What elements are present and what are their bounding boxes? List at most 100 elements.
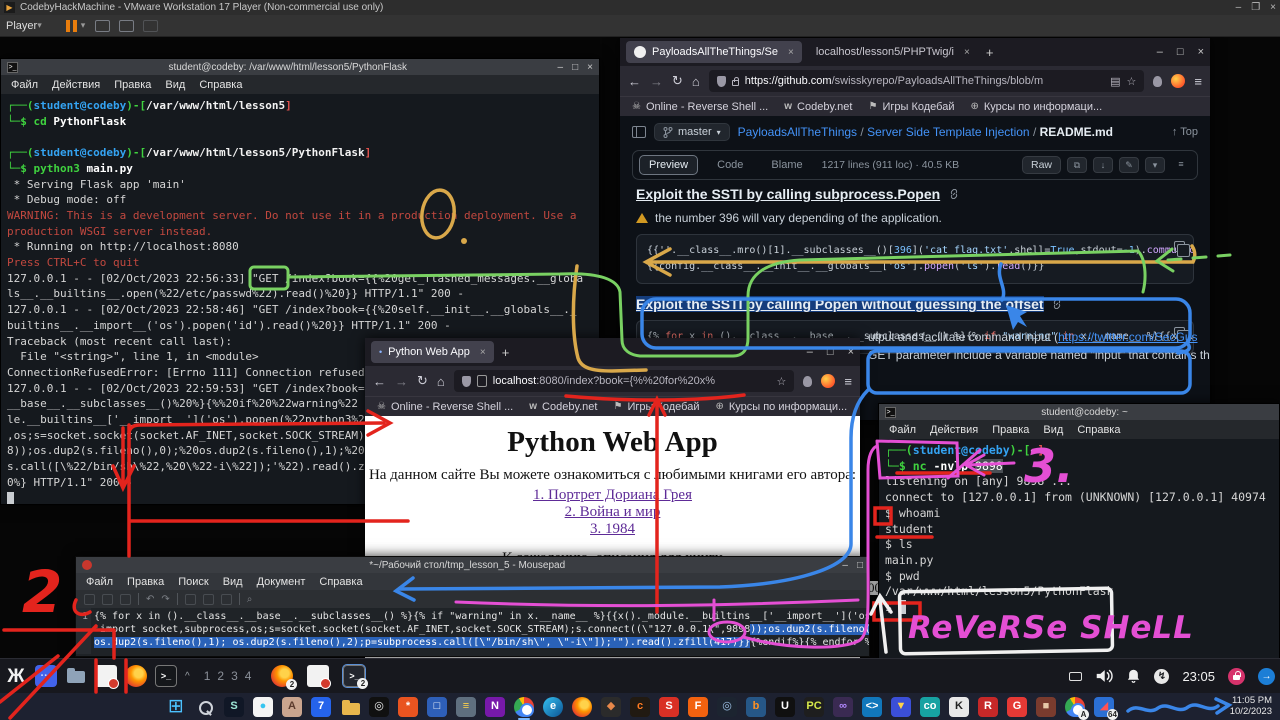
kraken-app[interactable]: K [949,697,969,717]
player-menu[interactable]: Player [6,20,37,32]
terminal-nc-output[interactable]: ┌──(student@codeby)-[~]└─$ nc -nvlp 9898… [879,439,1279,659]
download-icon[interactable]: ↓ [1093,157,1113,173]
copy-icon[interactable] [1174,241,1185,252]
home-icon[interactable]: ⌂ [692,74,700,89]
heading-popen-no-offset[interactable]: Exploit the SSTI by calling Popen withou… [636,296,1044,312]
player-menu-caret-icon[interactable]: ▾ [37,20,42,31]
bookmark-games[interactable]: ⚑Игры Кодебай [613,401,699,413]
menu-item[interactable]: Вид [165,79,185,91]
back-to-top-link[interactable]: ↑ Top [1172,126,1198,138]
edit-caret-icon[interactable]: ▾ [1145,157,1165,173]
menu-item[interactable]: Справка [319,576,362,588]
send-cad-icon[interactable] [95,20,110,32]
substance-f-app[interactable]: F [688,697,708,717]
robot-app[interactable]: R [978,697,998,717]
updates-icon[interactable]: → [1258,668,1275,685]
books-app[interactable]: ■ [1036,697,1056,717]
bookmark-courses[interactable]: ⊕Курсы по информаци... [715,401,847,413]
stats-app[interactable]: ◢64 [1094,697,1114,717]
bookmark-games[interactable]: ⚑Игры Кодебай [868,101,954,113]
maximize-button[interactable]: □ [572,62,578,73]
workspace-1[interactable]: 1 [204,669,211,683]
resolve-app[interactable]: ◆ [601,697,621,717]
menu-item[interactable]: Документ [257,576,306,588]
power-manager-icon[interactable]: ↯ [1154,669,1169,684]
bookmark-codeby[interactable]: wCodeby.net [529,401,597,413]
avatar-app[interactable]: A [282,697,302,717]
screen-lock-icon[interactable] [1228,668,1245,685]
menu-item[interactable]: Файл [889,424,916,436]
file-explorer[interactable] [340,697,360,717]
copy-raw-icon[interactable]: ⧉ [1067,157,1087,173]
maximize-button[interactable]: □ [857,560,863,571]
firefox-window-button[interactable]: 2 [271,665,293,687]
carrot-app[interactable]: c [630,697,650,717]
workspace-switcher[interactable]: 1 2 3 4 [204,669,252,683]
tab-code[interactable]: Code [708,156,752,174]
firefox-account-icon[interactable] [1171,74,1185,88]
bookmark-star-icon[interactable]: ☆ [777,375,787,388]
bookmark-reverse-shell[interactable]: ☠Online - Reverse Shell ... [377,401,513,413]
code-block-subprocess[interactable]: {{''.__class__.mro()[1].__subclasses__()… [636,234,1194,284]
mousepad-window[interactable]: *~/Рабочий стол/tmp_lesson_5 - Mousepad … [75,556,870,657]
twitter-link[interactable]: https://twitter.com/SecGus [1058,330,1197,344]
copy-icon[interactable] [203,594,214,605]
menu-item[interactable]: Справка [199,79,242,91]
maximize-button[interactable]: □ [827,346,834,358]
new-tab-button[interactable]: + [502,345,510,360]
bookmark-reverse-shell[interactable]: ☠Online - Reverse Shell ... [632,101,768,113]
mousepad-editor[interactable]: 1 {% for x in ().__class__.__base__.__su… [76,608,869,654]
fullscreen-icon[interactable] [119,20,134,32]
pause-caret-icon[interactable]: ▾ [81,20,86,31]
mousepad-launcher[interactable] [95,665,117,687]
sphere-app[interactable]: ◎ [717,697,737,717]
mousepad-window-button[interactable] [307,665,329,687]
forward-icon[interactable]: → [395,374,408,389]
menu-item[interactable]: Действия [52,79,100,91]
file-manager-launcher[interactable] [65,665,87,687]
minimize-button[interactable]: – [558,62,564,73]
workspace-3[interactable]: 3 [231,669,238,683]
onenote-app[interactable]: N [485,697,505,717]
minimize-button[interactable]: – [842,560,848,571]
firefox-account-icon[interactable] [821,374,835,388]
back-icon[interactable]: ← [373,374,386,389]
workspace-4[interactable]: 4 [245,669,252,683]
home-icon[interactable]: ⌂ [437,374,445,389]
terminal-window-button[interactable]: >_2 [343,665,365,687]
visual-studio-app[interactable]: ∞ [833,697,853,717]
book-link-2[interactable]: 2. Война и мир [365,504,860,521]
menu-hamburger-icon[interactable]: ≡ [844,374,852,389]
edit-pencil-icon[interactable]: ✎ [1119,157,1139,173]
book-link-1[interactable]: 1. Портрет Дориана Грея [365,487,860,504]
chrome-profile-button[interactable]: A [1065,697,1085,717]
menu-item[interactable]: Файл [11,79,38,91]
raw-button[interactable]: Raw [1022,156,1061,174]
close-button[interactable]: × [587,62,593,73]
show-desktop-button[interactable]: ··· [35,665,57,687]
terminal-nc-titlebar[interactable]: >_ student@codeby: ~ [879,404,1279,420]
maximize-button[interactable]: ❐ [1251,2,1260,13]
search-button[interactable] [195,697,215,717]
minimize-button[interactable]: – [1157,46,1163,58]
menu-item[interactable]: Правка [114,79,151,91]
bookmark-courses[interactable]: ⊕Курсы по информаци... [970,101,1102,113]
tracking-shield-icon[interactable] [462,376,471,387]
pause-vm-button[interactable] [66,20,77,32]
forward-icon[interactable]: → [650,74,663,89]
tab-preview[interactable]: Preview [639,155,698,175]
close-button[interactable]: × [848,346,854,358]
bookmark-codeby[interactable]: wCodeby.net [784,101,852,113]
vmware-app[interactable]: ≡ [456,697,476,717]
co-app[interactable]: co [920,697,940,717]
vm-clock[interactable]: 23:05 [1182,669,1215,684]
search-icon[interactable]: ⌕ [247,594,253,605]
workspace-2[interactable]: 2 [217,669,224,683]
gear-app[interactable]: G [1007,697,1027,717]
breadcrumb[interactable]: PayloadsAllTheThings / Server Side Templ… [738,125,1113,139]
blender-app[interactable]: b [746,697,766,717]
menu-item[interactable]: Справка [1077,424,1120,436]
menu-hamburger-icon[interactable]: ≡ [1194,74,1202,89]
open-file-icon[interactable] [102,594,113,605]
slack-app[interactable]: ● [253,697,273,717]
